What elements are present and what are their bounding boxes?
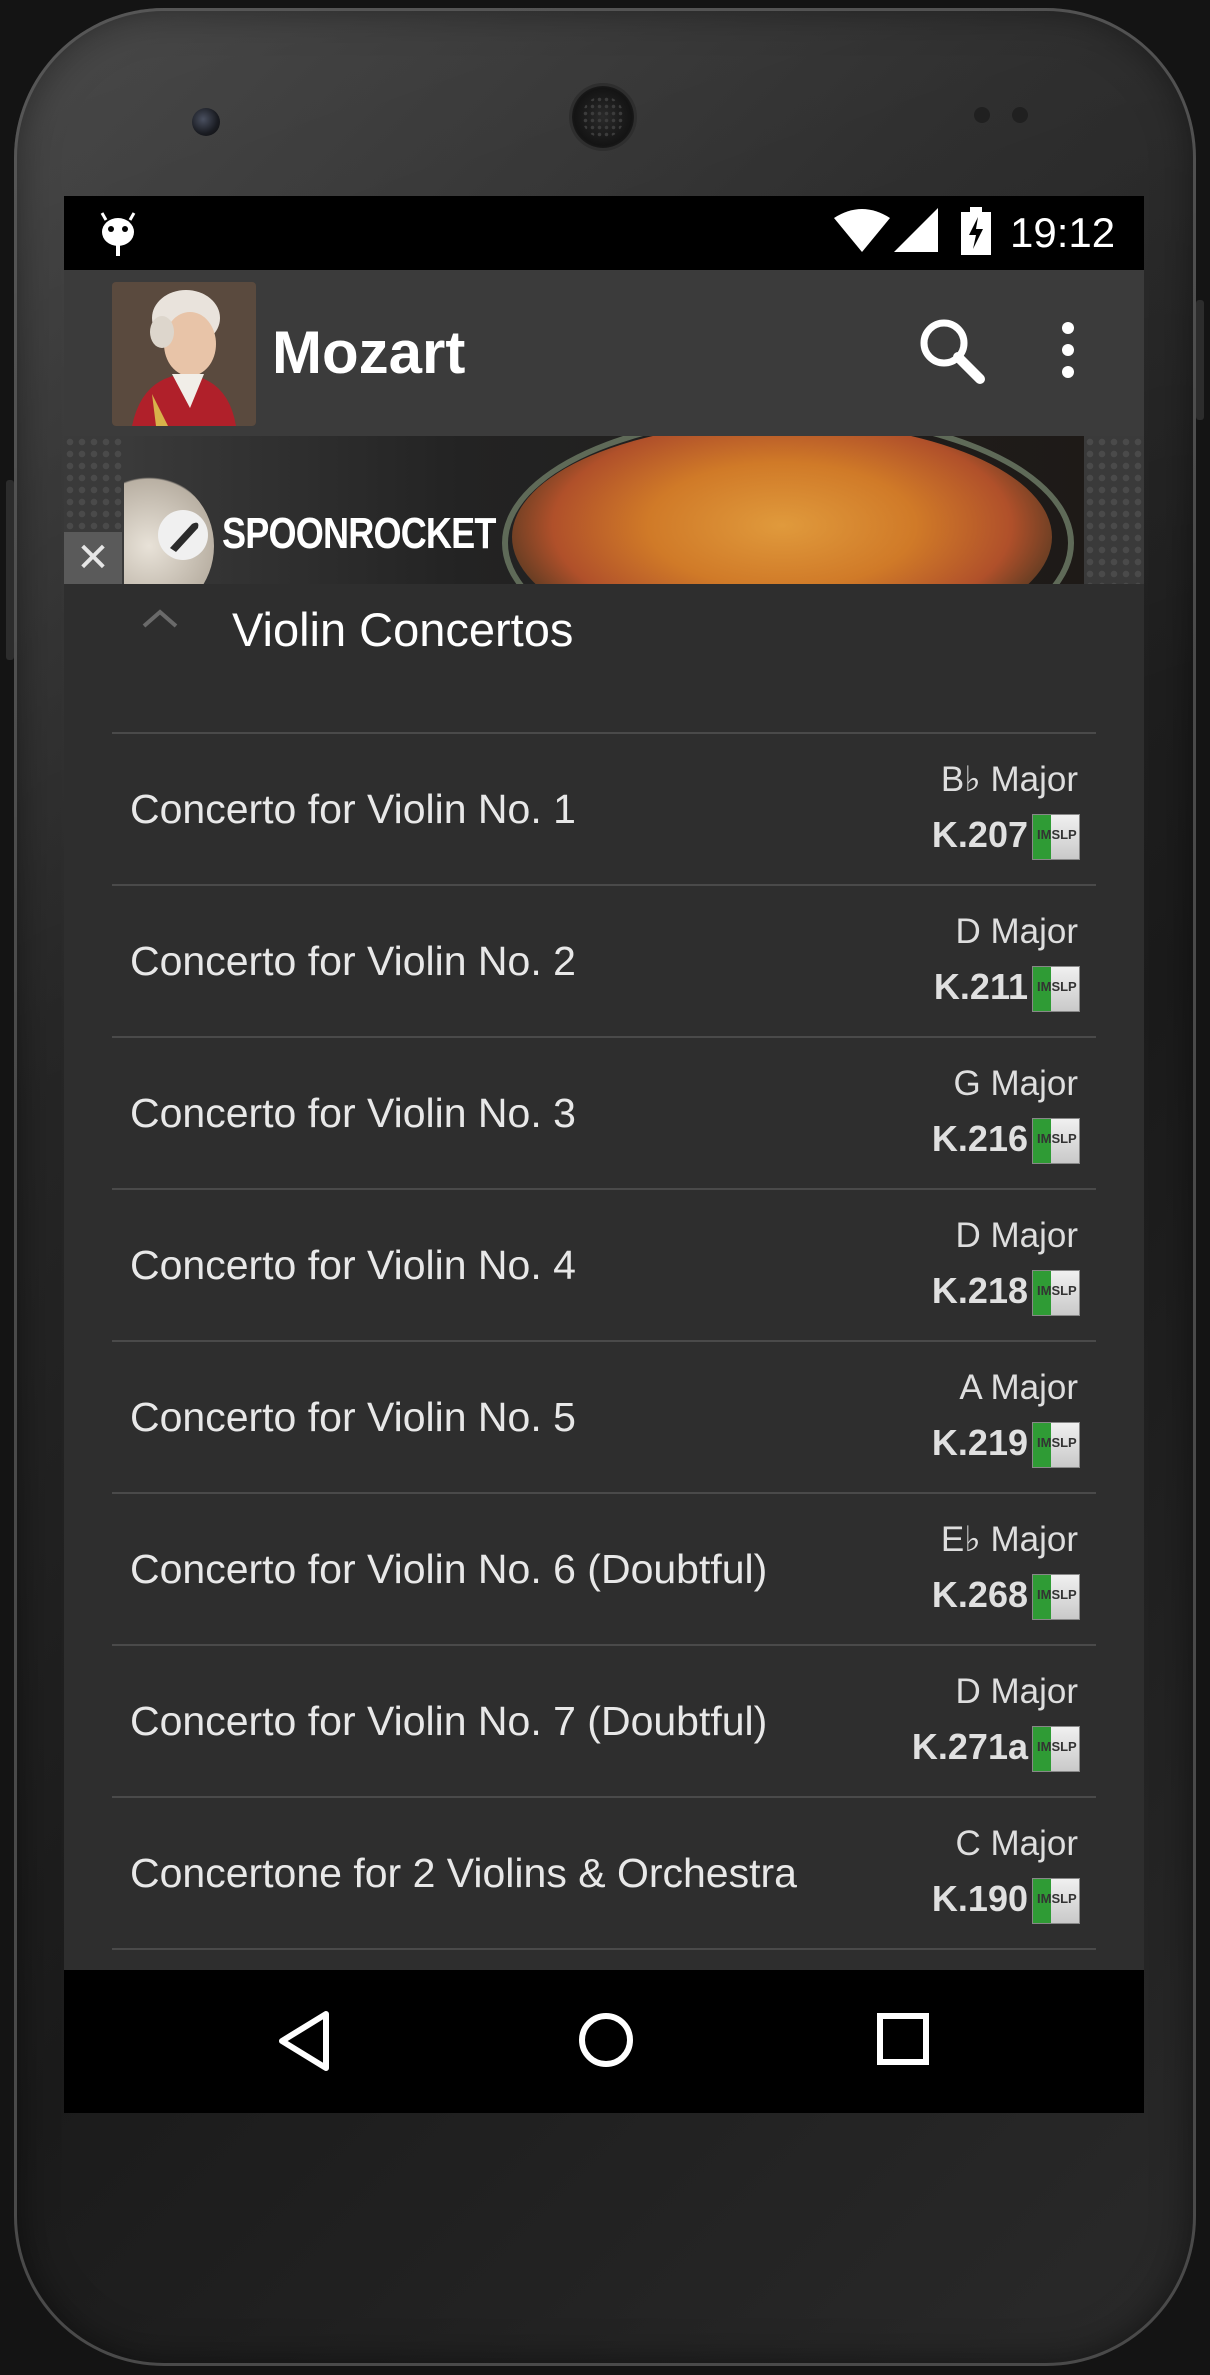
work-catalog: K.190: [931, 1878, 1028, 1919]
imslp-icon[interactable]: IMSLP: [1032, 1878, 1080, 1924]
chevron-up-icon[interactable]: [140, 606, 180, 635]
work-title: Concerto for Violin No. 2: [130, 938, 576, 984]
wifi-icon: [834, 208, 890, 257]
clock: 19:12: [1010, 209, 1116, 256]
screen: 19:12 Mozart SPOONROCKET ✕ Violin Concer…: [64, 196, 1144, 2113]
list-item[interactable]: Concerto for Violin No. 5 A Major K.219 …: [112, 1342, 1096, 1494]
volume-button: [6, 480, 14, 660]
list-item[interactable]: Concerto for Violin No. 6 (Doubtful) E♭ …: [112, 1494, 1096, 1646]
search-icon[interactable]: [916, 315, 988, 392]
action-bar: Mozart: [64, 270, 1144, 436]
back-icon[interactable]: [276, 2010, 332, 2077]
list-item[interactable]: Concerto for Violin No. 4 D Major K.218 …: [112, 1190, 1096, 1342]
ad-area: SPOONROCKET ✕: [64, 436, 1144, 584]
work-key: D Major: [955, 1216, 1078, 1255]
work-key: A Major: [959, 1368, 1078, 1407]
list-item[interactable]: Concerto for Violin No. 2 D Major K.211 …: [112, 886, 1096, 1038]
work-title: Concertone for 2 Violins & Orchestra: [130, 1850, 797, 1896]
front-camera: [192, 108, 220, 136]
imslp-icon[interactable]: IMSLP: [1032, 814, 1080, 860]
section-title: Violin Concertos: [232, 603, 574, 656]
work-title: Concerto for Violin No. 4: [130, 1242, 576, 1288]
section-header[interactable]: Violin Concertos: [64, 584, 1144, 722]
spoonrocket-logo-icon: [156, 508, 210, 567]
work-key: D Major: [955, 1672, 1078, 1711]
work-title: Concerto for Violin No. 6 (Doubtful): [130, 1546, 768, 1592]
work-catalog: K.219: [931, 1422, 1028, 1463]
recent-apps-icon[interactable]: [876, 2012, 930, 2071]
navigation-bar: [64, 1970, 1144, 2113]
avatar[interactable]: [112, 282, 256, 426]
work-catalog: K.218: [931, 1270, 1028, 1311]
ad-close-button[interactable]: ✕: [64, 532, 122, 584]
list-item[interactable]: Concerto for Violin No. 1 B♭ Major K.207…: [112, 734, 1096, 886]
work-title: Concerto for Violin No. 7 (Doubtful): [130, 1698, 768, 1744]
imslp-icon[interactable]: IMSLP: [1032, 1270, 1080, 1316]
work-key: E♭ Major: [940, 1520, 1078, 1559]
imslp-icon[interactable]: IMSLP: [1032, 1574, 1080, 1620]
battery-charging-icon: [961, 207, 991, 260]
work-catalog: K.216: [931, 1118, 1028, 1159]
work-key: C Major: [955, 1824, 1078, 1863]
status-bar: 19:12: [64, 196, 1144, 270]
power-button: [1196, 300, 1204, 420]
earpiece-speaker: [572, 86, 634, 148]
work-catalog: K.211: [933, 966, 1028, 1007]
work-title: Concerto for Violin No. 5: [130, 1394, 576, 1440]
imslp-icon[interactable]: IMSLP: [1032, 1726, 1080, 1772]
app-title: Mozart: [272, 319, 466, 386]
work-title: Concerto for Violin No. 3: [130, 1090, 576, 1136]
imslp-icon[interactable]: IMSLP: [1032, 1118, 1080, 1164]
overflow-menu-icon[interactable]: [1060, 320, 1076, 385]
work-key: G Major: [953, 1064, 1078, 1103]
signal-icon: [894, 208, 938, 257]
proximity-sensor: [974, 107, 990, 123]
home-icon[interactable]: [576, 2010, 636, 2075]
light-sensor: [1012, 107, 1028, 123]
works-list: Concerto for Violin No. 1 B♭ Major K.207…: [112, 732, 1096, 1950]
ad-food-image: [512, 436, 1052, 584]
work-key: D Major: [955, 912, 1078, 951]
work-title: Concerto for Violin No. 1: [130, 786, 576, 832]
ad-banner[interactable]: SPOONROCKET: [124, 436, 1084, 584]
android-icon: [98, 212, 138, 263]
imslp-icon[interactable]: IMSLP: [1032, 1422, 1080, 1468]
work-catalog: K.271a: [911, 1726, 1028, 1767]
list-item[interactable]: Concerto for Violin No. 3 G Major K.216 …: [112, 1038, 1096, 1190]
work-catalog: K.207: [931, 814, 1028, 855]
work-key: B♭ Major: [940, 760, 1078, 799]
list-item[interactable]: Concertone for 2 Violins & Orchestra C M…: [112, 1798, 1096, 1950]
ad-brand: SPOONROCKET: [222, 509, 496, 558]
work-catalog: K.268: [931, 1574, 1028, 1615]
list-item[interactable]: Concerto for Violin No. 7 (Doubtful) D M…: [112, 1646, 1096, 1798]
imslp-icon[interactable]: IMSLP: [1032, 966, 1080, 1012]
